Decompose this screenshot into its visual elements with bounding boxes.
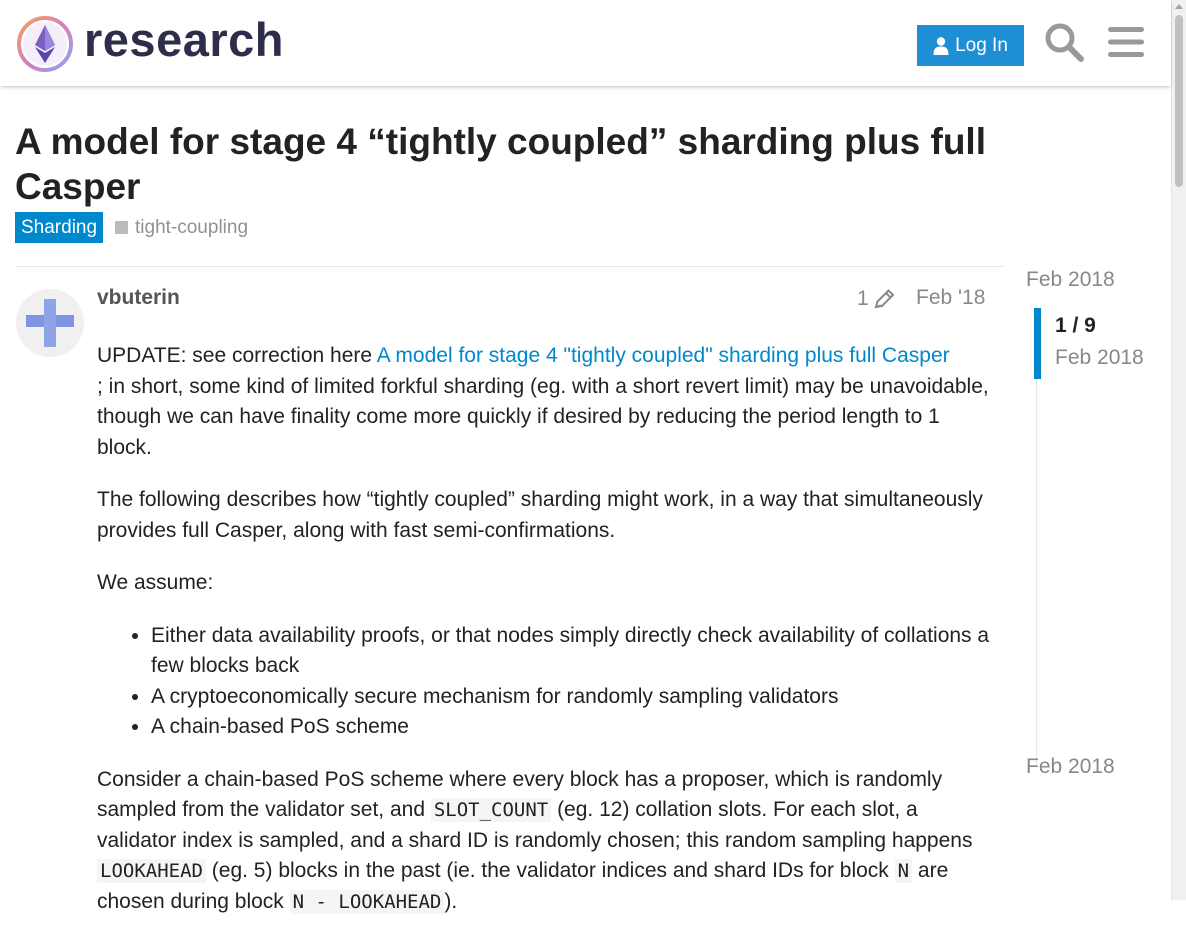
scrollbar-thumb[interactable] (1175, 15, 1183, 187)
timeline-position: 1 / 9 (1055, 314, 1096, 337)
search-icon[interactable] (1043, 21, 1085, 63)
inline-code: N (894, 859, 913, 883)
site-header: research Log In (0, 0, 1171, 86)
update-prefix: UPDATE: see correction here (97, 344, 377, 367)
update-paragraph: UPDATE: see correction here A model for … (97, 341, 997, 463)
scheme-paragraph: Consider a chain-based PoS scheme where … (97, 765, 997, 918)
list-item: Either data availability proofs, or that… (151, 621, 997, 682)
scroll-up-arrow-icon[interactable] (1175, 4, 1183, 9)
edit-history-button[interactable]: 1 (857, 287, 897, 311)
page-scrollbar[interactable] (1171, 0, 1186, 900)
tag-square-icon (115, 221, 128, 234)
category-badge[interactable]: Sharding (15, 212, 104, 243)
list-item: A chain-based PoS scheme (151, 712, 997, 743)
timeline-end-date[interactable]: Feb 2018 (1026, 755, 1115, 779)
post-date[interactable]: Feb '18 (916, 286, 985, 310)
tag-link[interactable]: tight-coupling (115, 214, 248, 241)
edit-count: 1 (857, 287, 869, 310)
list-item: A cryptoeconomically secure mechanism fo… (151, 682, 997, 713)
site-logo[interactable] (16, 15, 74, 73)
inline-code: LOOKAHEAD (97, 859, 206, 883)
post-author-username[interactable]: vbuterin (97, 286, 180, 310)
title-divider (15, 266, 1004, 267)
avatar[interactable] (16, 289, 84, 357)
inline-code: SLOT_COUNT (430, 798, 552, 822)
assumptions-list: Either data availability proofs, or that… (97, 621, 997, 743)
hamburger-menu-icon[interactable] (1106, 21, 1148, 63)
user-icon (933, 36, 949, 55)
login-button[interactable]: Log In (917, 25, 1024, 66)
text-span: (eg. 5) blocks in the past (ie. the vali… (205, 859, 895, 882)
timeline-position-date: Feb 2018 (1055, 346, 1144, 369)
post-content: UPDATE: see correction here A model for … (97, 341, 997, 939)
timeline-scroll-handle[interactable] (1034, 308, 1041, 379)
correction-link[interactable]: A model for stage 4 "tightly coupled" sh… (377, 344, 950, 367)
update-suffix: ; in short, some kind of limited forkful… (97, 374, 989, 459)
timeline-start-date[interactable]: Feb 2018 (1026, 268, 1115, 292)
text-span: ). (444, 889, 458, 913)
login-button-label: Log In (955, 34, 1008, 56)
topic-title[interactable]: A model for stage 4 “tightly coupled” sh… (15, 119, 1035, 209)
description-paragraph: The following describes how “tightly cou… (97, 488, 983, 542)
assumptions-intro: We assume: (97, 571, 214, 594)
tag-label: tight-coupling (135, 216, 249, 238)
inline-code: N - LOOKAHEAD (289, 889, 445, 914)
site-name[interactable]: research (84, 12, 284, 67)
pencil-icon (874, 289, 895, 309)
